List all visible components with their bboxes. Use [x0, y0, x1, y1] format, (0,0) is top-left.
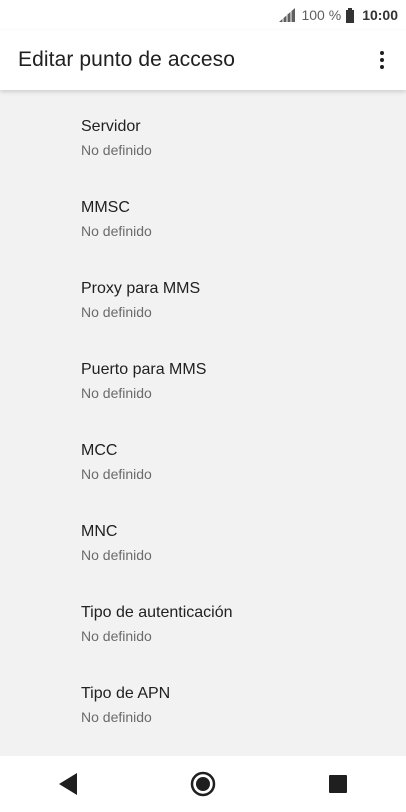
settings-list: Servidor No definido MMSC No definido Pr…: [0, 90, 406, 756]
status-clock: 10:00: [362, 7, 398, 23]
setting-item-proxy-mms[interactable]: Proxy para MMS No definido: [0, 252, 406, 333]
setting-title: Tipo de APN: [81, 685, 171, 702]
setting-summary: No definido: [81, 223, 152, 239]
setting-title: MCC: [81, 442, 118, 459]
setting-summary: No definido: [81, 547, 152, 563]
setting-title: MNC: [81, 523, 118, 540]
setting-summary: No definido: [81, 466, 152, 482]
back-triangle-icon: [58, 773, 77, 795]
setting-item-mnc[interactable]: MNC No definido: [0, 495, 406, 576]
setting-title: Tipo de autenticación: [81, 604, 233, 621]
signal-icon: [279, 8, 296, 22]
status-bar: 100 % 10:00: [0, 0, 406, 30]
setting-item-tipo-autenticacion[interactable]: Tipo de autenticación No definido: [0, 576, 406, 657]
page-title: Editar punto de acceso: [18, 48, 236, 71]
navigation-bar: [0, 756, 406, 812]
more-options-button[interactable]: [370, 45, 394, 75]
setting-summary: No definido: [81, 385, 152, 401]
setting-summary: No definido: [81, 709, 152, 725]
more-vert-icon: [380, 58, 384, 62]
setting-title: Puerto para MMS: [81, 361, 207, 378]
battery-percent: 100 %: [301, 7, 342, 23]
home-button[interactable]: [173, 756, 233, 812]
setting-title: MMSC: [81, 199, 130, 216]
more-vert-icon: [380, 51, 384, 55]
setting-item-mmsc[interactable]: MMSC No definido: [0, 171, 406, 252]
recents-square-icon: [329, 775, 348, 793]
setting-summary: No definido: [81, 142, 152, 158]
home-circle-icon: [190, 771, 216, 797]
setting-summary: No definido: [81, 628, 152, 644]
setting-summary: No definido: [81, 304, 152, 320]
setting-item-mcc[interactable]: MCC No definido: [0, 414, 406, 495]
recents-button[interactable]: [308, 756, 368, 812]
more-vert-icon: [380, 65, 384, 69]
app-bar: Editar punto de acceso: [0, 30, 406, 90]
battery-icon: [346, 7, 355, 23]
back-button[interactable]: [38, 756, 98, 812]
setting-item-servidor[interactable]: Servidor No definido: [0, 90, 406, 171]
setting-title: Proxy para MMS: [81, 280, 201, 297]
setting-item-tipo-apn[interactable]: Tipo de APN No definido: [0, 657, 406, 738]
setting-item-puerto-mms[interactable]: Puerto para MMS No definido: [0, 333, 406, 414]
setting-title: Servidor: [81, 118, 141, 135]
